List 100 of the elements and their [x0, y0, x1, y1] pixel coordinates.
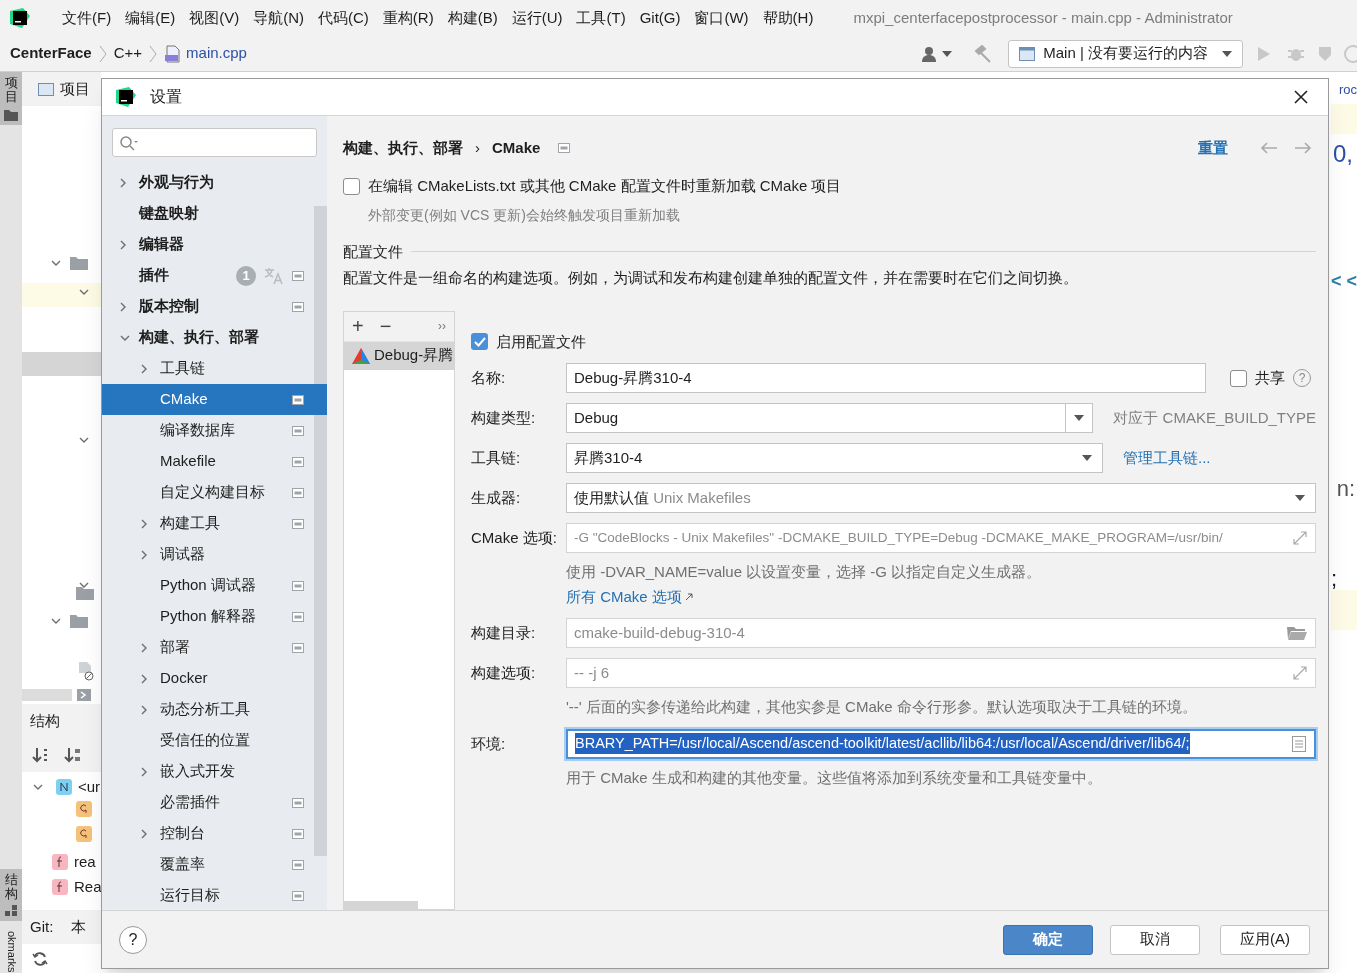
document-icon[interactable]	[1292, 735, 1306, 752]
refresh-icon[interactable]	[32, 951, 48, 967]
tree-item[interactable]: 编辑器	[102, 229, 314, 260]
tree-item[interactable]: 构建、执行、部署	[102, 322, 314, 353]
menu-item[interactable]: 文件(F)	[62, 6, 112, 30]
structure-item[interactable]: rea	[74, 851, 96, 874]
tree-item[interactable]: 控制台	[102, 818, 314, 849]
menu-item[interactable]: 窗口(W)	[694, 6, 749, 30]
profile-item[interactable]: Debug-昇腾	[344, 341, 454, 370]
add-button[interactable]: +	[352, 316, 364, 336]
tree-item[interactable]: 外观与行为	[102, 167, 314, 198]
reset-link[interactable]: 重置	[1198, 136, 1228, 160]
tree-item[interactable]: 插件 1	[102, 260, 314, 291]
checkbox-label[interactable]: 在编辑 CMakeLists.txt 或其他 CMake 配置文件时重新加载 CMake 项目	[368, 175, 842, 198]
chevron-right-icon[interactable]	[119, 176, 127, 189]
chevron-right-icon[interactable]	[140, 827, 148, 840]
tree-item[interactable]: Makefile	[102, 446, 314, 477]
side-tab[interactable]: okmarks	[0, 929, 22, 973]
expand-icon[interactable]	[1293, 666, 1307, 680]
tree-item[interactable]: 调试器	[102, 539, 314, 570]
input-field[interactable]: BRARY_PATH=/usr/local/Ascend/ascend-toolkit/latest/acllib/lib64:/usr/local/Ascend/driver/lib64/;	[566, 728, 1316, 759]
chevron-right-icon[interactable]	[140, 641, 148, 654]
chevron-right-icon[interactable]	[140, 362, 148, 375]
menu-item[interactable]: 编辑(E)	[125, 6, 176, 30]
tree-item[interactable]: 动态分析工具	[102, 694, 314, 725]
chevron-right-icon[interactable]	[140, 703, 148, 716]
tree-item[interactable]: 工具链	[102, 353, 314, 384]
breadcrumb-item[interactable]: C++	[113, 42, 143, 65]
close-icon[interactable]	[1294, 90, 1308, 104]
panel-title[interactable]: Git:	[30, 915, 54, 939]
menu-item[interactable]: 构建(B)	[447, 6, 498, 30]
text-field[interactable]: Debug-昇腾310-4	[566, 363, 1206, 393]
folder-icon[interactable]	[1287, 625, 1307, 641]
tree-item[interactable]: 键盘映射	[102, 198, 314, 229]
dialog-button[interactable]: 确定	[1003, 924, 1093, 955]
menu-item[interactable]: 代码(C)	[318, 6, 369, 30]
tree-item[interactable]: 嵌入式开发	[102, 756, 314, 787]
tree-item[interactable]: 部署	[102, 632, 314, 663]
tree-item[interactable]: CMake	[102, 384, 327, 415]
structure-item[interactable]: Rea	[74, 876, 102, 899]
tree-item[interactable]: Docker	[102, 663, 314, 694]
checkbox-label[interactable]: 启用配置文件	[496, 330, 586, 353]
git-tab[interactable]: 本	[71, 915, 87, 939]
caret-icon	[1074, 415, 1085, 421]
tree-item[interactable]: Python 解释器	[102, 601, 314, 632]
menu-item[interactable]: 视图(V)	[189, 6, 240, 30]
structure-item[interactable]: <ur	[78, 776, 101, 799]
breadcrumb-item: CMake	[492, 137, 541, 158]
side-tab[interactable]: 项目	[0, 72, 22, 125]
tree-item[interactable]: 覆盖率	[102, 849, 314, 880]
link[interactable]: 所有 CMake 选项	[566, 585, 693, 608]
sort-icon[interactable]	[32, 747, 50, 763]
tree-item[interactable]: 必需插件	[102, 787, 314, 818]
tree-item[interactable]: 自定义构建目标	[102, 477, 314, 508]
chevron-right-icon[interactable]	[140, 517, 148, 530]
input-field[interactable]: -G "CodeBlocks - Unix Makefiles" -DCMAKE_BUILD_TYPE=Debug -DCMAKE_MAKE_PROGRAM=/usr/bin/	[566, 523, 1316, 553]
variable-icon	[76, 826, 92, 842]
checkbox-label[interactable]: 共享	[1255, 366, 1285, 390]
search-field[interactable]	[112, 128, 317, 157]
breadcrumb-separator-icon	[149, 44, 158, 63]
function-icon	[52, 879, 68, 896]
chevron-right-icon[interactable]	[140, 672, 148, 685]
tree-item[interactable]: 构建工具	[102, 508, 314, 539]
breadcrumb-item[interactable]: main.cpp	[186, 42, 247, 65]
combo-box[interactable]: 昇腾310-4	[566, 443, 1103, 473]
expand-icon[interactable]	[1293, 531, 1307, 545]
menu-item[interactable]: 运行(U)	[511, 6, 563, 30]
translate-icon	[264, 266, 284, 285]
tree-item[interactable]: 版本控制	[102, 291, 314, 322]
tree-item[interactable]: Python 调试器	[102, 570, 314, 601]
chevron-right-icon[interactable]	[140, 765, 148, 778]
remove-button[interactable]: −	[379, 316, 392, 336]
breadcrumb-item[interactable]: CenterFace	[10, 42, 92, 65]
menu-item[interactable]: 工具(T)	[576, 6, 626, 30]
link[interactable]: 管理工具链...	[1123, 446, 1211, 470]
combo-box[interactable]: 使用默认值 Unix Makefiles	[566, 483, 1316, 513]
chevron-right-icon[interactable]	[119, 300, 127, 313]
tree-item[interactable]: 运行目标	[102, 880, 314, 910]
sort-alphabetical-icon[interactable]	[64, 747, 82, 763]
side-tab[interactable]: 结构	[0, 868, 22, 922]
more-button[interactable]: ››	[438, 317, 446, 335]
chevron-right-icon[interactable]	[140, 548, 148, 561]
dialog-button[interactable]: 取消	[1110, 924, 1200, 955]
chevron-right-icon[interactable]	[119, 238, 127, 251]
tree-item[interactable]: 受信任的位置	[102, 725, 314, 756]
dialog-button[interactable]: 应用(A)	[1220, 924, 1310, 955]
help-text: 使用 -DVAR_NAME=value 以设置变量，选择 -G 以指定自定义生成器。	[566, 562, 1042, 582]
menu-item[interactable]: Git(G)	[639, 6, 681, 30]
run-config-dropdown[interactable]: Main | 没有要运行的内容	[1008, 39, 1243, 68]
chevron-down-icon[interactable]	[119, 333, 131, 342]
checkbox[interactable]	[343, 177, 360, 195]
help-button[interactable]: ?	[119, 925, 147, 954]
breadcrumb-separator: ›	[475, 137, 480, 158]
menu-item[interactable]: 重构(R)	[382, 6, 434, 30]
checkbox[interactable]	[1230, 369, 1247, 387]
checkbox[interactable]	[471, 333, 488, 351]
tree-item[interactable]: 编译数据库	[102, 415, 314, 446]
menu-item[interactable]: 帮助(H)	[762, 6, 814, 30]
menu-item[interactable]: 导航(N)	[253, 6, 304, 30]
combo-box[interactable]: Debug	[566, 403, 1094, 433]
